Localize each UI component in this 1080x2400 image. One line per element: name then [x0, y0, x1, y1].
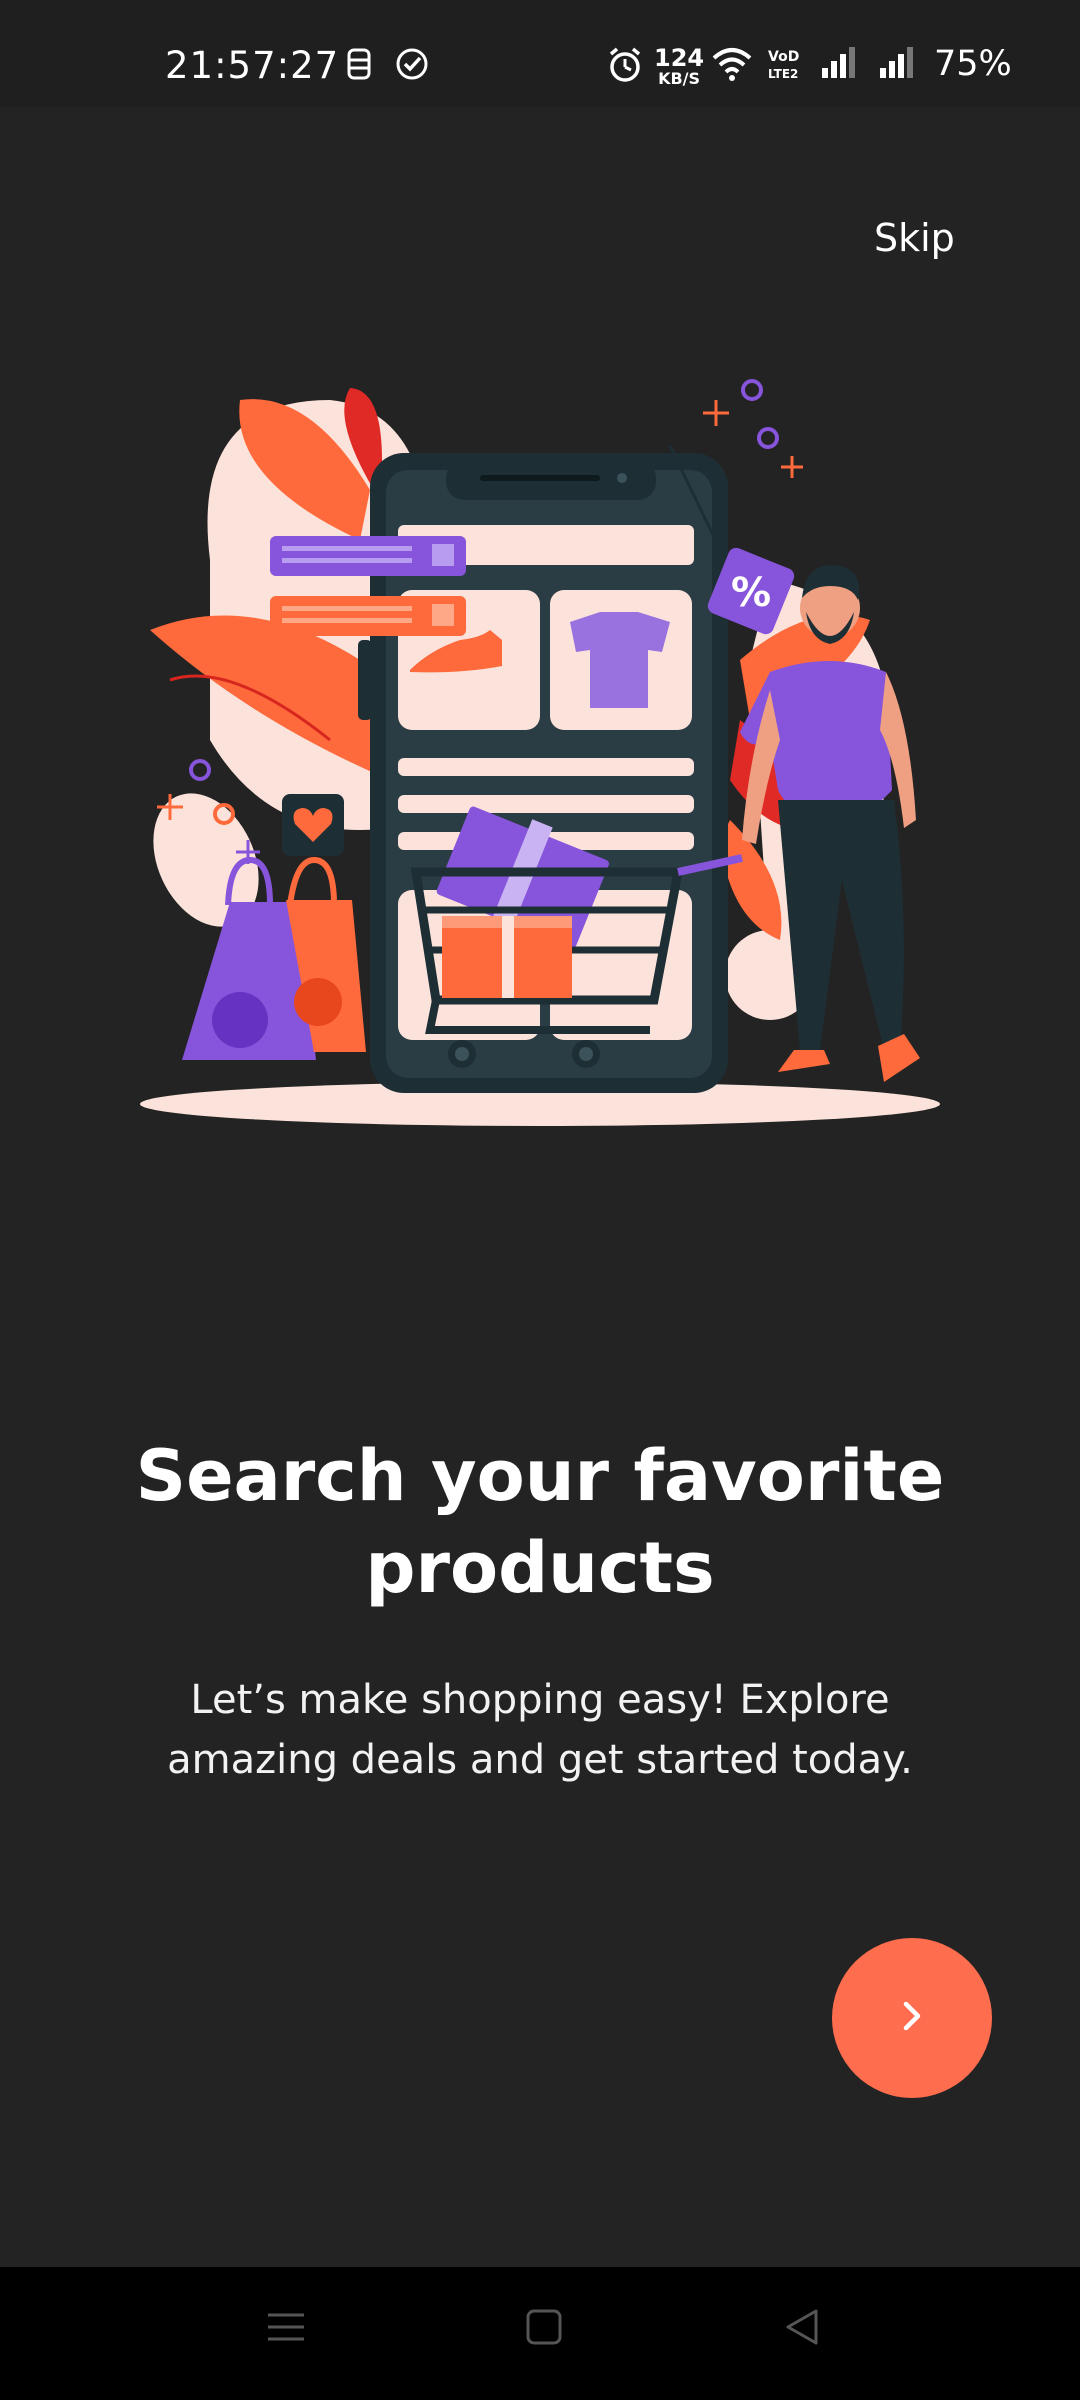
network-speed: 124 KB/S — [654, 46, 704, 88]
signal-icon — [876, 46, 920, 84]
home-icon[interactable] — [524, 2307, 564, 2351]
network-speed-unit: KB/S — [658, 69, 701, 88]
network-speed-value: 124 — [654, 44, 705, 72]
menu-icon[interactable] — [266, 2307, 306, 2351]
skip-button[interactable]: Skip — [874, 216, 955, 260]
online-shopping-illustration: % — [130, 360, 950, 1140]
onboarding-subtitle: Let’s make shopping easy! Explore amazin… — [167, 1677, 913, 1783]
check-circle-icon — [394, 46, 430, 86]
signal-icon — [818, 46, 862, 84]
svg-text:%: % — [731, 570, 771, 616]
sim-status-icon — [344, 46, 374, 86]
wifi-icon — [710, 46, 754, 86]
alarm-icon — [606, 46, 644, 88]
navigation-bar — [0, 2267, 1080, 2400]
status-time: 21:57:27 — [165, 44, 340, 87]
status-bar: 21:57:27 124 KB/S VoD LTE2 75% — [0, 0, 1080, 107]
back-icon[interactable] — [782, 2307, 822, 2351]
svg-text:VoD: VoD — [768, 49, 799, 65]
onboarding-title: Search your favorite products — [135, 1435, 945, 1609]
svg-text:LTE2: LTE2 — [768, 67, 798, 81]
next-button[interactable] — [832, 1938, 992, 2098]
battery-level: 75% — [934, 44, 1012, 84]
volte-icon: VoD LTE2 — [766, 46, 806, 86]
chevron-right-icon — [892, 1996, 932, 2040]
